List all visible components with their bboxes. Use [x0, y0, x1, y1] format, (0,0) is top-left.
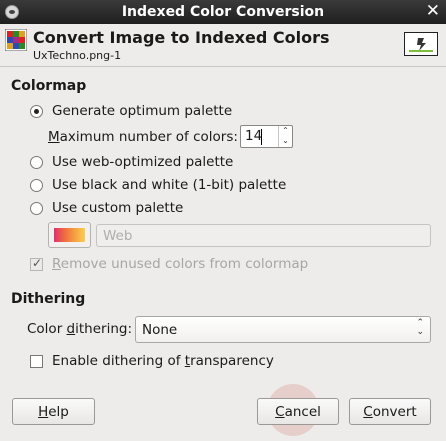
indexed-color-icon: [5, 29, 27, 51]
spin-down-icon[interactable]: ⌄: [279, 136, 292, 146]
radio-label: Use web-optimized palette: [52, 154, 234, 170]
color-dithering-label: Color d ithering:: [27, 321, 132, 337]
mnemonic-char: d: [66, 321, 76, 337]
checkbox[interactable]: [30, 354, 43, 368]
radio-web-optimized[interactable]: Use web-optimized palette: [30, 154, 233, 170]
max-colors-value[interactable]: 14: [245, 128, 262, 144]
cancel-button[interactable]: Cancel: [257, 398, 339, 425]
radio-button[interactable]: [30, 178, 43, 192]
button-label: elp: [48, 403, 69, 420]
label-text: aximum number of colors:: [59, 129, 238, 145]
label-text: ransparency: [190, 353, 274, 369]
dialog-heading: Convert Image to Indexed Colors: [33, 28, 330, 47]
checkbox-label: Remove unused colors from colormap: [52, 256, 308, 272]
window-titlebar[interactable]: Indexed Color Conversion ✕: [0, 0, 446, 24]
spin-up-icon[interactable]: ⌃: [279, 126, 292, 136]
close-icon[interactable]: ✕: [426, 1, 440, 21]
button-label: onvert: [372, 403, 417, 420]
mnemonic-char: H: [38, 403, 49, 420]
mnemonic-char: C: [363, 403, 373, 420]
color-dithering-combobox[interactable]: None ⌃ ⌄: [135, 316, 431, 343]
text-caret: [261, 129, 262, 145]
label-text: Enable dithering of: [52, 353, 185, 369]
spin-arrows[interactable]: ⌃ ⌄: [278, 126, 292, 147]
checkbox-label: Enable dithering of transparency: [52, 353, 274, 369]
header-separator: [0, 66, 446, 67]
mnemonic-char: R: [52, 256, 61, 272]
radio-button[interactable]: [30, 104, 43, 118]
radio-button[interactable]: [30, 155, 43, 169]
radio-label: Generate optimum palette: [52, 103, 233, 119]
image-thumbnail-icon: [404, 32, 438, 56]
max-colors-spinbutton[interactable]: 14 ⌃ ⌄: [240, 125, 293, 148]
chevron-updown-icon[interactable]: ⌃ ⌄: [416, 319, 424, 337]
label-text: Color: [27, 321, 67, 337]
image-name: UxTechno.png-1: [33, 49, 122, 62]
palette-select-button[interactable]: [48, 222, 91, 248]
radio-button[interactable]: [30, 201, 43, 215]
radio-label: Use custom palette: [52, 200, 184, 216]
radio-custom-palette[interactable]: Use custom palette: [30, 200, 183, 216]
palette-gradient-icon: [54, 228, 85, 242]
radio-generate-optimum[interactable]: Generate optimum palette: [30, 103, 232, 119]
convert-button[interactable]: Convert: [349, 398, 431, 425]
mnemonic-char: C: [275, 403, 285, 420]
help-button[interactable]: Help: [12, 398, 95, 425]
window-title: Indexed Color Conversion: [121, 4, 325, 20]
mnemonic-char: M: [48, 129, 60, 145]
palette-name-field: Web: [96, 224, 431, 247]
max-colors-label: Maximum number of colors:: [48, 129, 238, 145]
colormap-section-title: Colormap: [11, 78, 87, 94]
label-text: emove unused colors from colormap: [60, 256, 309, 272]
radio-label: Use black and white (1-bit) palette: [52, 177, 287, 193]
window-menu-icon[interactable]: [5, 5, 19, 19]
combobox-value: None: [142, 322, 178, 338]
checkbox: [30, 256, 43, 271]
dithering-section-title: Dithering: [11, 291, 86, 307]
button-label: ancel: [284, 403, 321, 420]
checkbox-dither-transparency[interactable]: Enable dithering of transparency: [30, 353, 274, 369]
radio-black-white[interactable]: Use black and white (1-bit) palette: [30, 177, 286, 193]
checkbox-remove-unused: Remove unused colors from colormap: [30, 256, 308, 272]
label-text: ithering:: [75, 321, 133, 337]
